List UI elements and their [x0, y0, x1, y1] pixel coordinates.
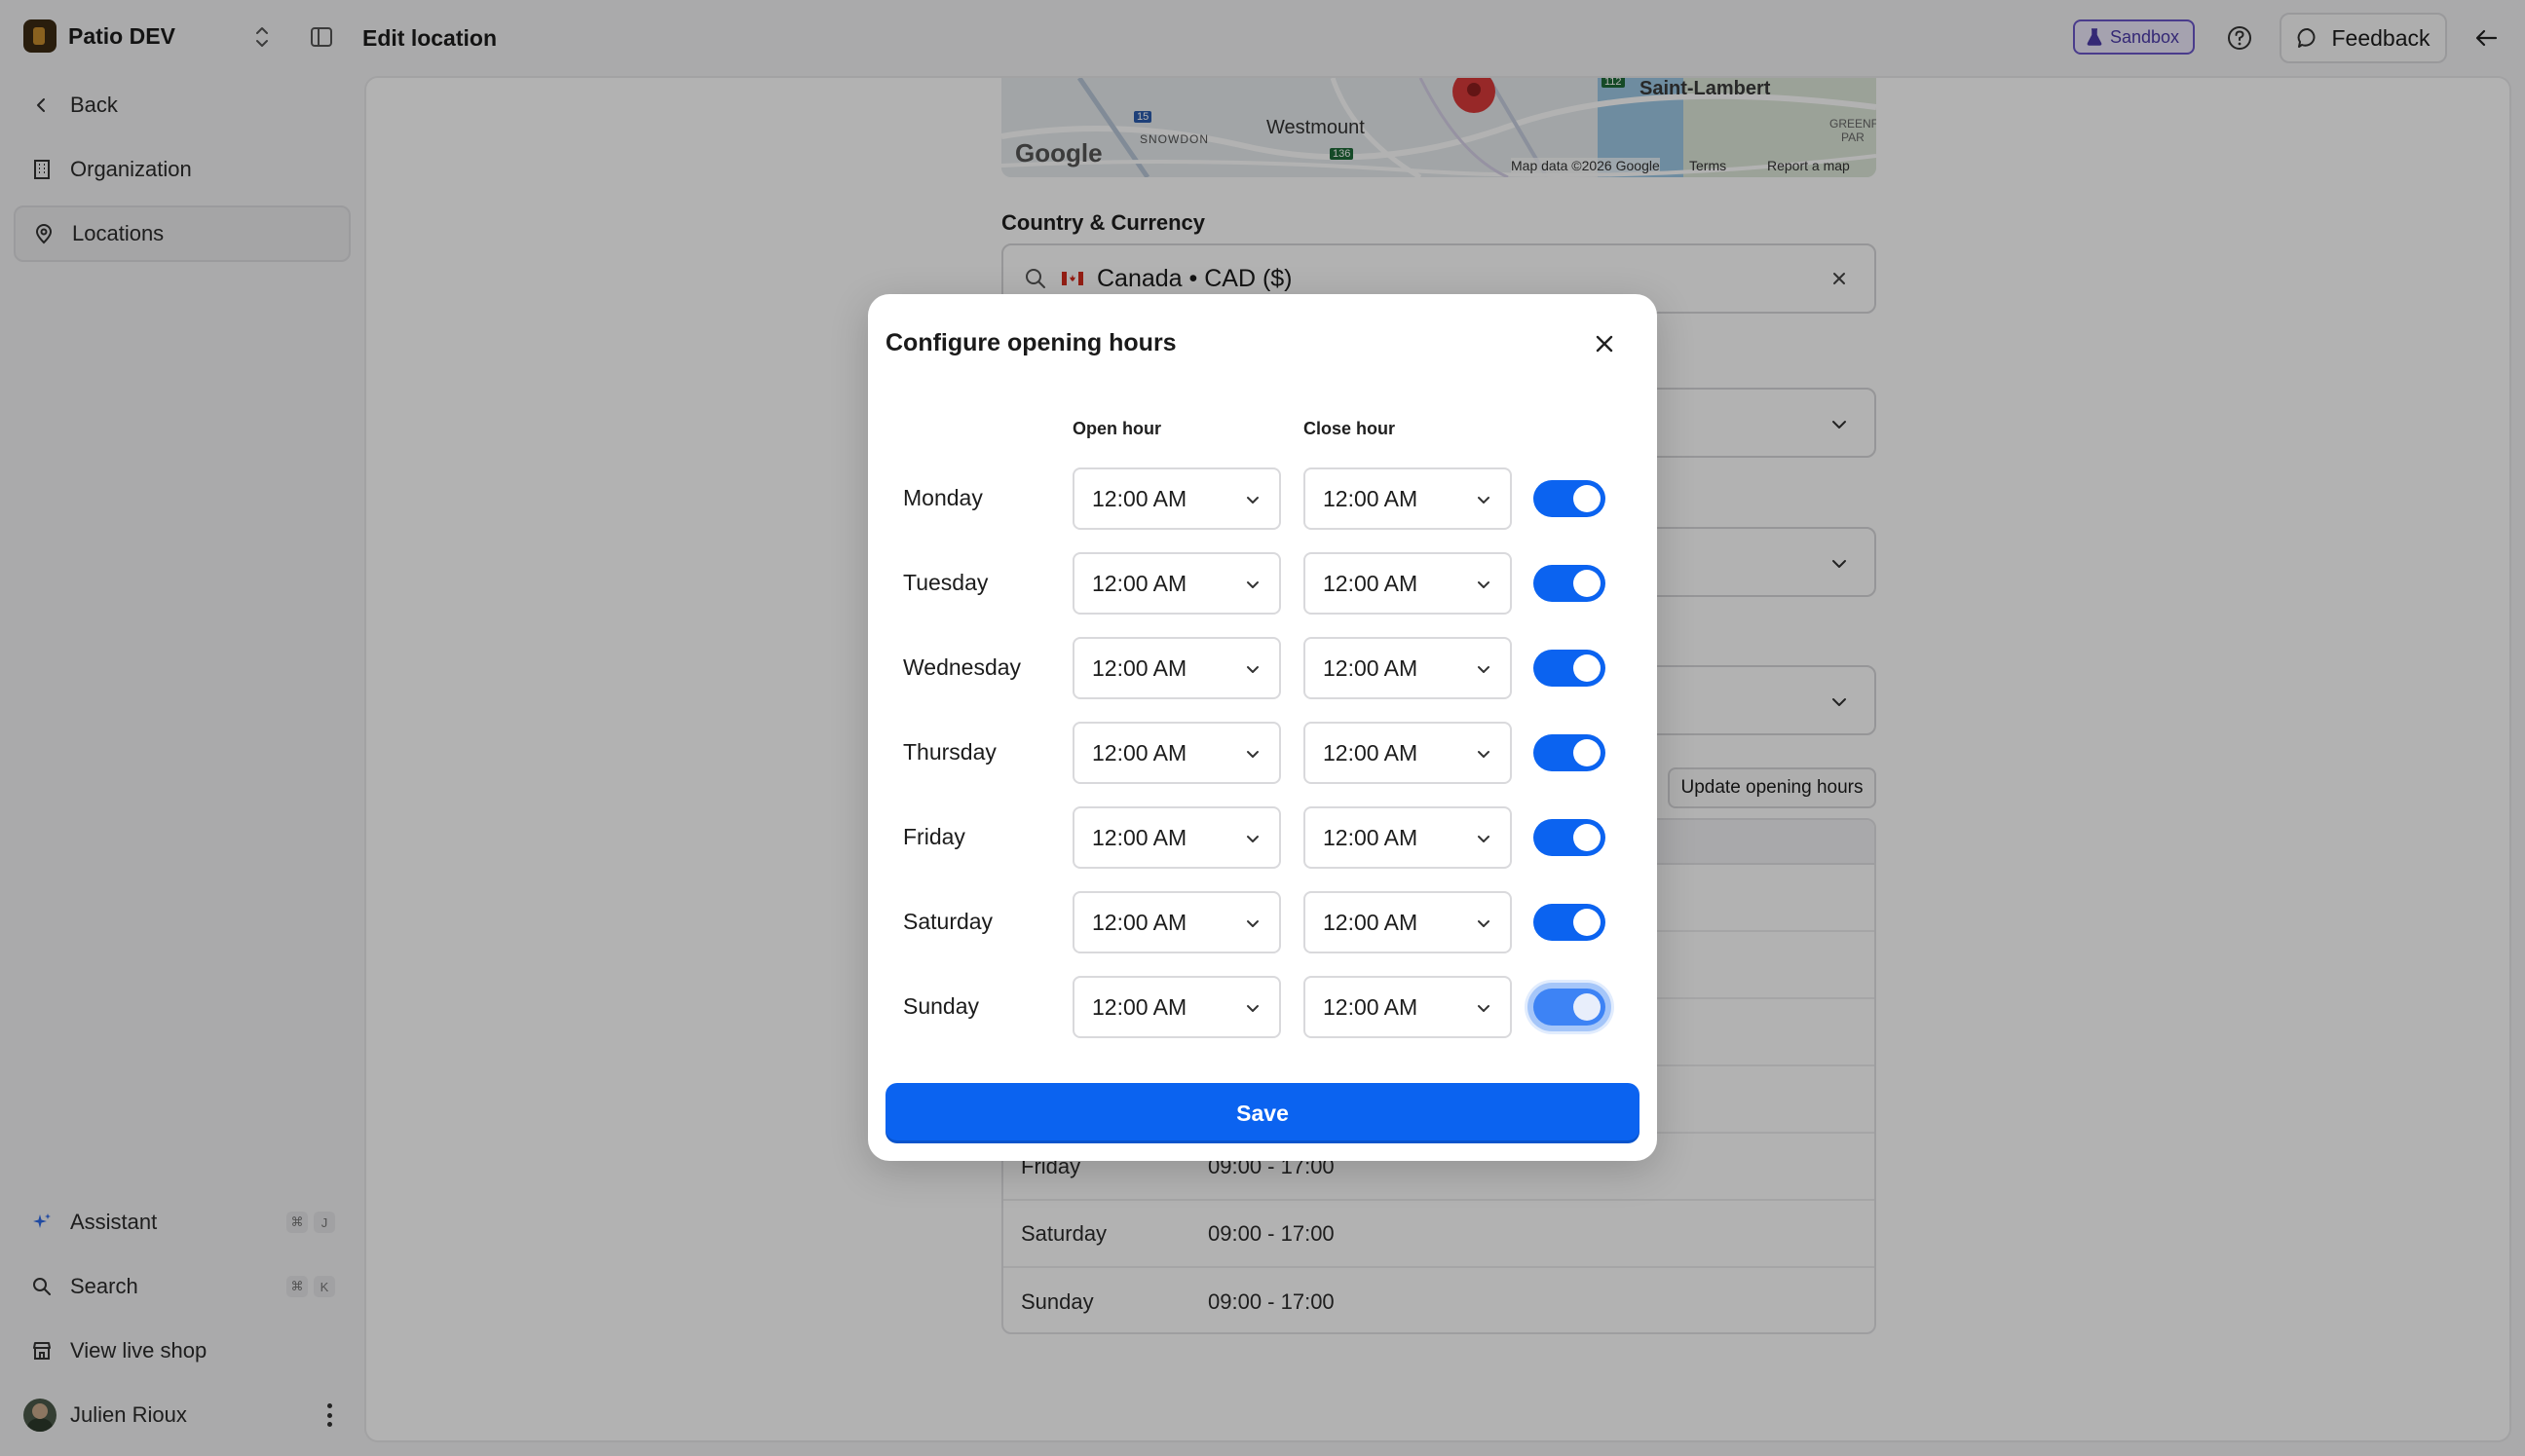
day-enabled-toggle[interactable] — [1533, 819, 1605, 856]
day-row-wednesday: Wednesday 12:00 AM 12:00 AM — [868, 637, 1657, 699]
day-row-friday: Friday 12:00 AM 12:00 AM — [868, 806, 1657, 869]
day-enabled-toggle[interactable] — [1533, 650, 1605, 687]
toggle-knob — [1573, 654, 1601, 682]
close-hour-select[interactable]: 12:00 AM — [1303, 467, 1512, 530]
chevron-down-icon — [1478, 581, 1489, 588]
toggle-knob — [1573, 909, 1601, 936]
selected-time: 12:00 AM — [1092, 824, 1187, 850]
open-hour-select[interactable]: 12:00 AM — [1073, 467, 1281, 530]
chevron-down-icon — [1247, 497, 1259, 504]
selected-time: 12:00 AM — [1323, 993, 1418, 1020]
day-label: Friday — [903, 824, 965, 849]
opening-hours-dialog: Configure opening hours Open hour Close … — [868, 294, 1657, 1161]
open-hour-select[interactable]: 12:00 AM — [1073, 891, 1281, 953]
toggle-knob — [1573, 570, 1601, 597]
chevron-down-icon — [1247, 581, 1259, 588]
chevron-down-icon — [1478, 836, 1489, 842]
toggle-knob — [1573, 993, 1601, 1021]
day-label: Sunday — [903, 993, 980, 1019]
chevron-down-icon — [1247, 1005, 1259, 1012]
chevron-down-icon — [1478, 666, 1489, 673]
chevron-down-icon — [1247, 666, 1259, 673]
selected-time: 12:00 AM — [1092, 485, 1187, 511]
dialog-title: Configure opening hours — [886, 329, 1177, 356]
selected-time: 12:00 AM — [1092, 570, 1187, 596]
selected-time: 12:00 AM — [1323, 909, 1418, 935]
day-row-sunday: Sunday 12:00 AM 12:00 AM — [868, 976, 1657, 1038]
save-button[interactable]: Save — [886, 1083, 1639, 1143]
open-hour-select[interactable]: 12:00 AM — [1073, 637, 1281, 699]
open-hour-header: Open hour — [1073, 419, 1161, 438]
selected-time: 12:00 AM — [1323, 824, 1418, 850]
close-hour-select[interactable]: 12:00 AM — [1303, 976, 1512, 1038]
selected-time: 12:00 AM — [1092, 909, 1187, 935]
day-enabled-toggle[interactable] — [1533, 480, 1605, 517]
day-label: Tuesday — [903, 570, 989, 595]
toggle-knob — [1573, 485, 1601, 512]
close-hour-select[interactable]: 12:00 AM — [1303, 552, 1512, 615]
close-hour-select[interactable]: 12:00 AM — [1303, 722, 1512, 784]
day-enabled-toggle[interactable] — [1533, 904, 1605, 941]
open-hour-select[interactable]: 12:00 AM — [1073, 976, 1281, 1038]
close-icon[interactable] — [1590, 329, 1619, 358]
chevron-down-icon — [1247, 920, 1259, 927]
day-enabled-toggle[interactable] — [1533, 989, 1605, 1026]
day-row-monday: Monday 12:00 AM 12:00 AM — [868, 467, 1657, 530]
selected-time: 12:00 AM — [1323, 570, 1418, 596]
day-row-tuesday: Tuesday 12:00 AM 12:00 AM — [868, 552, 1657, 615]
day-enabled-toggle[interactable] — [1533, 734, 1605, 771]
chevron-down-icon — [1478, 1005, 1489, 1012]
open-hour-select[interactable]: 12:00 AM — [1073, 552, 1281, 615]
chevron-down-icon — [1478, 751, 1489, 758]
day-label: Saturday — [903, 909, 994, 934]
day-label: Monday — [903, 485, 983, 510]
selected-time: 12:00 AM — [1092, 993, 1187, 1020]
close-hour-header: Close hour — [1303, 419, 1396, 438]
day-enabled-toggle[interactable] — [1533, 565, 1605, 602]
chevron-down-icon — [1478, 920, 1489, 927]
selected-time: 12:00 AM — [1092, 739, 1187, 765]
day-row-thursday: Thursday 12:00 AM 12:00 AM — [868, 722, 1657, 784]
selected-time: 12:00 AM — [1323, 654, 1418, 681]
open-hour-select[interactable]: 12:00 AM — [1073, 722, 1281, 784]
selected-time: 12:00 AM — [1323, 739, 1418, 765]
selected-time: 12:00 AM — [1092, 654, 1187, 681]
close-hour-select[interactable]: 12:00 AM — [1303, 891, 1512, 953]
open-hour-select[interactable]: 12:00 AM — [1073, 806, 1281, 869]
selected-time: 12:00 AM — [1323, 485, 1418, 511]
toggle-knob — [1573, 739, 1601, 766]
toggle-knob — [1573, 824, 1601, 851]
chevron-down-icon — [1478, 497, 1489, 504]
day-row-saturday: Saturday 12:00 AM 12:00 AM — [868, 891, 1657, 953]
day-label: Thursday — [903, 739, 997, 765]
chevron-down-icon — [1247, 751, 1259, 758]
chevron-down-icon — [1247, 836, 1259, 842]
day-label: Wednesday — [903, 654, 1022, 680]
close-hour-select[interactable]: 12:00 AM — [1303, 637, 1512, 699]
close-hour-select[interactable]: 12:00 AM — [1303, 806, 1512, 869]
